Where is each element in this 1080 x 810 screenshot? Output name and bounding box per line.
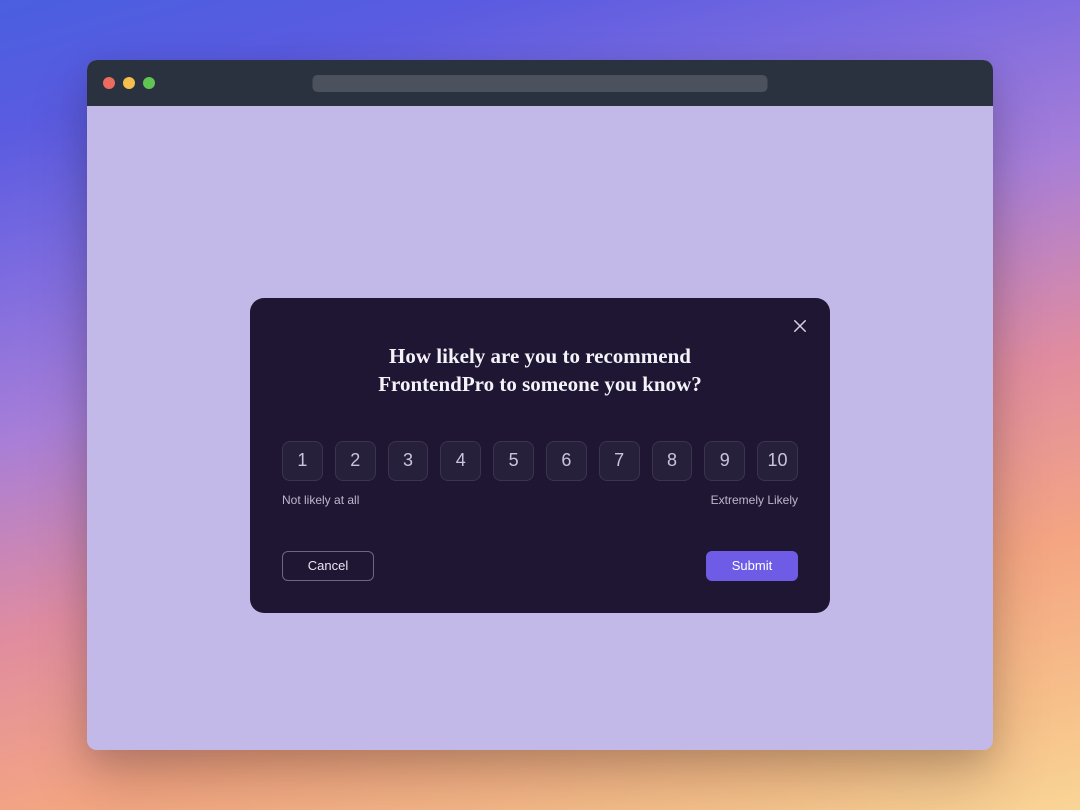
url-bar[interactable]: [313, 75, 768, 92]
modal-actions: Cancel Submit: [282, 551, 798, 581]
window-maximize-dot[interactable]: [143, 77, 155, 89]
cancel-button[interactable]: Cancel: [282, 551, 374, 581]
title-bar: [87, 60, 993, 106]
feedback-modal: How likely are you to recommend Frontend…: [250, 298, 830, 613]
rating-option-4[interactable]: 4: [440, 441, 481, 481]
rating-option-2[interactable]: 2: [335, 441, 376, 481]
window-controls: [103, 77, 155, 89]
rating-option-3[interactable]: 3: [388, 441, 429, 481]
rating-option-6[interactable]: 6: [546, 441, 587, 481]
low-label: Not likely at all: [282, 493, 359, 507]
rating-row: 1 2 3 4 5 6 7 8 9 10: [282, 441, 798, 481]
rating-option-1[interactable]: 1: [282, 441, 323, 481]
window-minimize-dot[interactable]: [123, 77, 135, 89]
rating-option-7[interactable]: 7: [599, 441, 640, 481]
rating-option-9[interactable]: 9: [704, 441, 745, 481]
window-close-dot[interactable]: [103, 77, 115, 89]
scale-labels: Not likely at all Extremely Likely: [282, 493, 798, 507]
high-label: Extremely Likely: [711, 493, 798, 507]
close-icon: [791, 317, 809, 335]
viewport: How likely are you to recommend Frontend…: [87, 106, 993, 750]
feedback-question: How likely are you to recommend Frontend…: [330, 342, 750, 399]
rating-option-10[interactable]: 10: [757, 441, 798, 481]
rating-option-5[interactable]: 5: [493, 441, 534, 481]
submit-button[interactable]: Submit: [706, 551, 798, 581]
browser-frame: How likely are you to recommend Frontend…: [87, 60, 993, 750]
close-button[interactable]: [786, 312, 814, 340]
rating-option-8[interactable]: 8: [652, 441, 693, 481]
